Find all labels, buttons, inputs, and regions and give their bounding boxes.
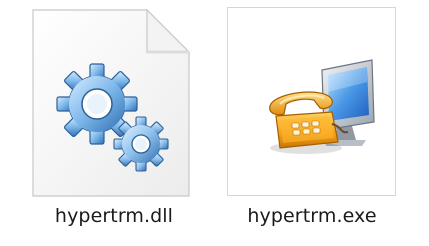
file-item-hypertrm-dll[interactable]: hypertrm.dll — [0, 0, 200, 246]
file-name-label: hypertrm.exe — [247, 205, 377, 227]
file-name-label: hypertrm.dll — [54, 205, 174, 227]
phone-computer-icon — [269, 59, 375, 154]
file-list: hypertrm.dll hypertrm.exe — [0, 0, 429, 246]
document-gears-icon — [32, 8, 191, 197]
file-thumbnail — [29, 6, 193, 197]
file-thumbnail — [227, 7, 396, 196]
file-item-hypertrm-exe[interactable]: hypertrm.exe — [210, 0, 429, 246]
